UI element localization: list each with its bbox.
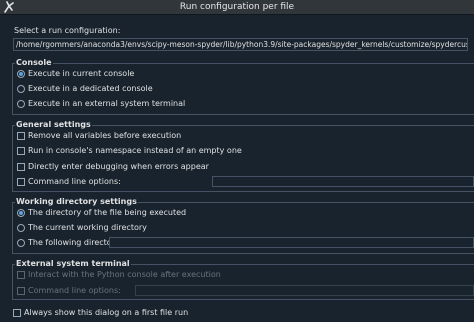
radio-indicator xyxy=(17,84,25,93)
general-settings-title: General settings xyxy=(15,120,92,129)
command-line-options-input[interactable] xyxy=(212,176,474,187)
checkbox-indicator xyxy=(17,286,25,295)
external-command-line-options-checkbox[interactable]: Command line options: xyxy=(17,285,121,296)
option-label: The following directory: xyxy=(28,238,122,247)
command-line-options-checkbox[interactable]: Command line options: xyxy=(17,176,121,187)
following-directory-input[interactable] xyxy=(109,237,474,248)
working-directory-title: Working directory settings xyxy=(15,197,138,206)
option-label: Execute in an external system terminal xyxy=(28,99,186,108)
external-terminal-title: External system terminal xyxy=(15,259,131,268)
execute-current-console-radio[interactable]: Execute in current console xyxy=(17,68,134,79)
option-label: Execute in current console xyxy=(28,69,135,78)
console-namespace-checkbox[interactable]: Run in console's namespace instead of an… xyxy=(17,145,242,156)
window-title: Run configuration per file xyxy=(179,2,295,12)
checkbox-indicator xyxy=(13,308,21,317)
checkbox-indicator xyxy=(17,162,25,171)
option-label: The directory of the file being executed xyxy=(28,208,187,217)
radio-indicator xyxy=(17,99,25,108)
option-label: Run in console's namespace instead of an… xyxy=(28,146,242,155)
post-mortem-debug-checkbox[interactable]: Directly enter debugging when errors app… xyxy=(17,161,209,172)
option-label: Command line options: xyxy=(28,177,121,186)
file-path-text: /home/rgommers/anaconda3/envs/scipy-meso… xyxy=(16,40,468,49)
title-bar: Run configuration per file xyxy=(0,0,474,15)
execute-external-terminal-radio[interactable]: Execute in an external system terminal xyxy=(17,98,185,109)
console-group-title: Console xyxy=(15,58,53,67)
option-label: Always show this dialog on a first file … xyxy=(24,308,189,317)
radio-indicator xyxy=(17,238,25,247)
external-command-line-options-input[interactable] xyxy=(135,285,474,296)
radio-indicator xyxy=(17,223,25,232)
checkbox-indicator xyxy=(17,131,25,140)
option-label: Interact with the Python console after e… xyxy=(28,270,221,279)
radio-indicator xyxy=(17,208,25,217)
file-directory-radio[interactable]: The directory of the file being executed xyxy=(17,207,186,218)
checkbox-indicator xyxy=(17,177,25,186)
clear-variables-checkbox[interactable]: Remove all variables before execution xyxy=(17,130,181,141)
option-label: The current working directory xyxy=(28,223,147,232)
option-label: Execute in a dedicated console xyxy=(28,84,153,93)
checkbox-indicator xyxy=(17,270,25,279)
always-show-dialog-checkbox[interactable]: Always show this dialog on a first file … xyxy=(13,307,188,318)
following-directory-radio[interactable]: The following directory: xyxy=(17,237,122,248)
option-label: Directly enter debugging when errors app… xyxy=(28,162,209,171)
checkbox-indicator xyxy=(17,146,25,155)
option-label: Command line options: xyxy=(28,286,121,295)
file-path-field: /home/rgommers/anaconda3/envs/scipy-meso… xyxy=(13,38,468,51)
select-config-label: Select a run configuration: xyxy=(14,26,121,35)
current-working-directory-radio[interactable]: The current working directory xyxy=(17,222,147,233)
execute-dedicated-console-radio[interactable]: Execute in a dedicated console xyxy=(17,83,153,94)
radio-indicator xyxy=(17,69,25,78)
interact-after-execution-checkbox[interactable]: Interact with the Python console after e… xyxy=(17,269,221,280)
option-label: Remove all variables before execution xyxy=(28,131,182,140)
